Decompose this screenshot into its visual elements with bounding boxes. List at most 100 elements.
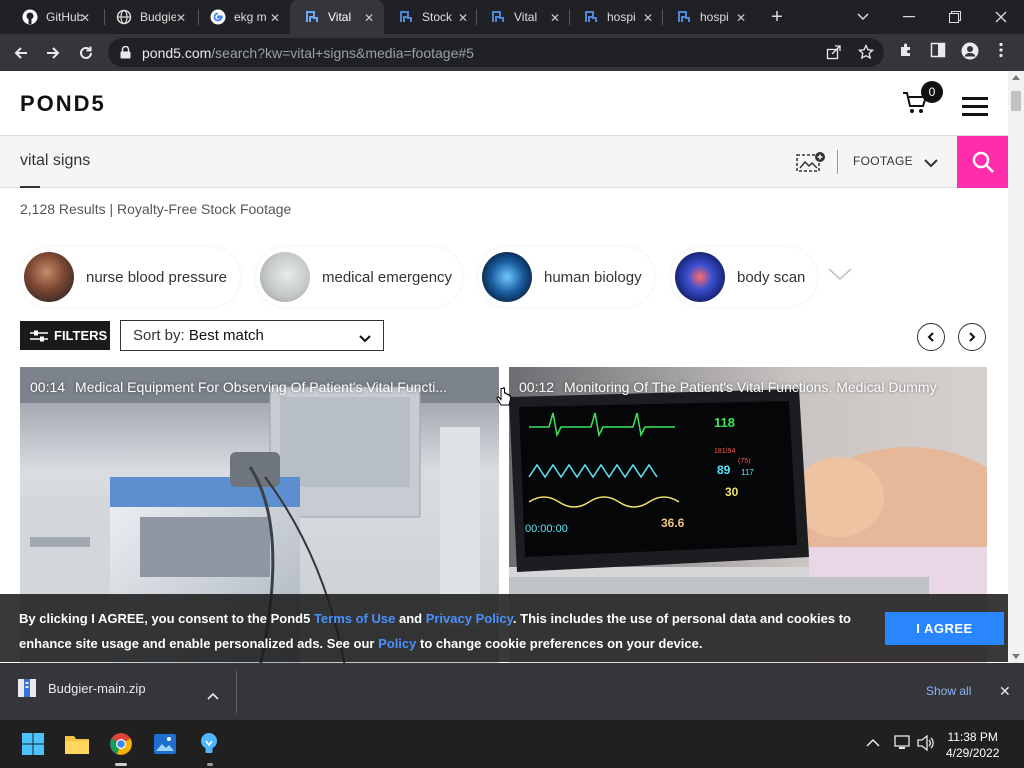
- tab-title: hospi: [700, 10, 729, 24]
- chip-thumbnail: [675, 252, 725, 302]
- close-icon[interactable]: ✕: [550, 11, 560, 25]
- respiratory-readout: 117: [741, 468, 754, 477]
- tab-vital-active[interactable]: Vital ✕: [290, 0, 384, 34]
- lock-icon[interactable]: [120, 45, 131, 64]
- agree-button[interactable]: I AGREE: [885, 612, 1004, 645]
- browser-menu-icon[interactable]: [999, 42, 1003, 63]
- back-button[interactable]: [8, 40, 34, 66]
- network-icon[interactable]: [893, 735, 911, 754]
- download-separator: [236, 671, 237, 713]
- bookmark-star-icon[interactable]: [857, 43, 875, 63]
- close-icon[interactable]: ✕: [270, 11, 280, 25]
- profile-avatar-icon[interactable]: [961, 42, 979, 65]
- chevron-down-icon[interactable]: [924, 155, 938, 173]
- close-icon[interactable]: ✕: [736, 11, 746, 25]
- hamburger-menu-icon[interactable]: [962, 97, 988, 121]
- url-host: pond5.com: [142, 45, 212, 61]
- page-scrollbar[interactable]: [1008, 71, 1024, 663]
- url-text[interactable]: pond5.com/search?kw=vital+signs&media=fo…: [142, 45, 474, 61]
- close-icon[interactable]: ✕: [364, 11, 374, 25]
- chip-label: body scan: [737, 268, 806, 286]
- close-window-button[interactable]: [978, 0, 1024, 34]
- restore-button[interactable]: [932, 0, 978, 34]
- media-type-select[interactable]: FOOTAGE: [853, 154, 913, 168]
- chrome-icon[interactable]: [107, 730, 135, 758]
- photos-icon[interactable]: [151, 730, 179, 758]
- site-header: POND5 0: [0, 71, 1008, 136]
- prev-page-button[interactable]: [917, 323, 945, 351]
- timer-readout: 00:00:00: [525, 523, 568, 535]
- chevron-down-icon[interactable]: [828, 267, 852, 286]
- next-page-button[interactable]: [958, 323, 986, 351]
- file-explorer-icon[interactable]: [63, 730, 91, 758]
- scrollbar-thumb[interactable]: [1011, 91, 1021, 111]
- chevron-down-icon: [359, 330, 371, 347]
- tips-lightbulb-icon[interactable]: [195, 730, 223, 758]
- google-icon: [210, 9, 226, 25]
- clip-meta: 00:12 Monitoring Of The Patient's Vital F…: [519, 379, 937, 395]
- tab-hospital-1[interactable]: hospi ✕: [569, 0, 663, 34]
- tab-title: hospi: [607, 10, 636, 24]
- tab-stock[interactable]: Stock ✕: [384, 0, 478, 34]
- scroll-down-arrow-icon[interactable]: [1012, 654, 1020, 659]
- extensions-puzzle-icon[interactable]: [898, 42, 914, 63]
- windows-start-icon[interactable]: [19, 730, 47, 758]
- share-icon[interactable]: [826, 44, 842, 63]
- pond5-logo[interactable]: POND5: [20, 91, 106, 117]
- show-all-link[interactable]: Show all: [926, 684, 971, 698]
- address-bar[interactable]: pond5.com/search?kw=vital+signs&media=fo…: [108, 38, 884, 67]
- chevron-up-icon[interactable]: [866, 735, 880, 750]
- page-viewport: POND5 0 vital signs FOOTAGE 2,128 Result…: [0, 71, 1008, 663]
- tab-google[interactable]: ekg m ✕: [196, 0, 290, 34]
- tab-hospital-2[interactable]: hospi ✕: [662, 0, 756, 34]
- related-search-chip[interactable]: nurse blood pressure: [20, 247, 240, 307]
- cookie-consent-banner: By clicking I AGREE, you consent to the …: [0, 594, 1008, 662]
- clock-date: 4/29/2022: [946, 746, 1000, 760]
- minimize-button[interactable]: [886, 0, 932, 34]
- tab-search-chevron-icon[interactable]: [840, 0, 886, 34]
- clip-meta: 00:14 Medical Equipment For Observing Of …: [30, 379, 447, 395]
- tab-title: Budgie: [140, 10, 176, 24]
- reload-button[interactable]: [73, 40, 99, 66]
- sort-select[interactable]: Sort by: Best match: [120, 320, 384, 351]
- download-item[interactable]: Budgier-main.zip: [18, 679, 146, 697]
- tab-github[interactable]: GitHub ✕: [8, 0, 100, 34]
- related-search-chip[interactable]: body scan: [671, 247, 817, 307]
- search-bar: vital signs FOOTAGE: [0, 136, 1008, 188]
- tab-vital-2[interactable]: Vital ✕: [476, 0, 570, 34]
- cookie-text-part: to change cookie preferences on your dev…: [416, 636, 703, 651]
- clip-duration: 00:14: [30, 379, 66, 395]
- close-icon[interactable]: ✕: [999, 683, 1011, 700]
- side-panel-icon[interactable]: [930, 42, 946, 63]
- chevron-right-icon: [969, 332, 976, 342]
- search-button[interactable]: [957, 136, 1008, 188]
- image-search-icon[interactable]: [796, 151, 826, 178]
- taskbar-clock[interactable]: 11:38 PM 4/29/2022: [946, 729, 999, 761]
- running-app-indicator: [207, 763, 213, 766]
- policy-link[interactable]: Policy: [378, 636, 416, 651]
- volume-icon[interactable]: [917, 734, 935, 754]
- terms-of-use-link[interactable]: Terms of Use: [314, 611, 395, 626]
- windows-taskbar: 11:38 PM 4/29/2022: [0, 720, 1024, 768]
- tab-budgie[interactable]: Budgie ✕: [102, 0, 196, 34]
- scroll-up-arrow-icon[interactable]: [1012, 75, 1020, 80]
- url-path: /search?kw=vital+signs&media=footage#5: [211, 45, 474, 61]
- pond5-icon: [490, 9, 506, 25]
- close-icon[interactable]: ✕: [80, 11, 90, 25]
- close-icon[interactable]: ✕: [458, 11, 468, 25]
- search-input[interactable]: vital signs: [20, 152, 90, 170]
- chevron-up-icon[interactable]: [207, 687, 219, 705]
- close-icon[interactable]: ✕: [643, 11, 653, 25]
- filters-button[interactable]: FILTERS: [20, 321, 110, 350]
- cookie-text-part: By clicking I AGREE, you consent to the …: [19, 611, 314, 626]
- privacy-policy-link[interactable]: Privacy Policy: [426, 611, 513, 626]
- results-summary: 2,128 Results | Royalty-Free Stock Foota…: [20, 201, 292, 217]
- sort-value: Best match: [188, 327, 264, 344]
- close-icon[interactable]: ✕: [176, 11, 186, 25]
- related-search-chip[interactable]: medical emergency: [256, 247, 462, 307]
- forward-button[interactable]: [40, 40, 66, 66]
- globe-icon: [116, 9, 132, 25]
- download-file-name: Budgier-main.zip: [48, 680, 146, 696]
- related-search-chip[interactable]: human biology: [478, 247, 654, 307]
- new-tab-button[interactable]: +: [766, 6, 788, 29]
